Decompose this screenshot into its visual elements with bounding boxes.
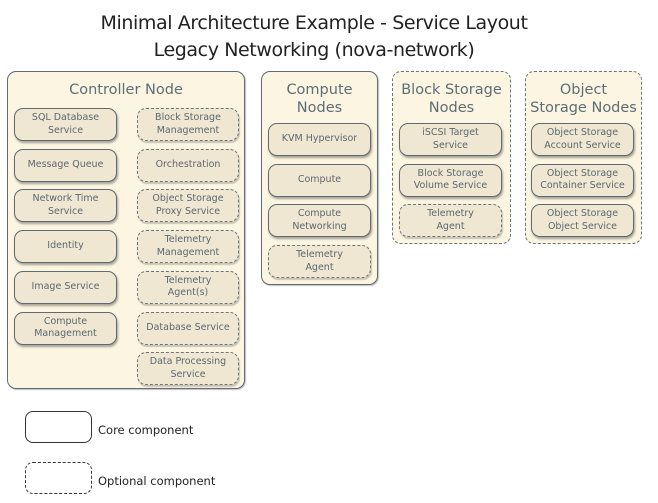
component-label: Identity xyxy=(47,240,84,252)
object-storage-nodes-title: Object Storage Nodes xyxy=(530,82,637,116)
component-object-storage-container-service: Object Storage Container Service xyxy=(531,163,634,197)
block-storage-nodes-title: Block Storage Nodes xyxy=(401,82,502,116)
component-orchestration: Orchestration xyxy=(137,148,239,182)
component-label: Data Processing Service xyxy=(149,356,227,380)
component-compute-networking: Compute Networking xyxy=(268,204,371,238)
diagram-title: Minimal Architecture Example - Service L… xyxy=(100,12,528,34)
component-label: Telemetry Management xyxy=(156,234,220,258)
component-label: Compute Networking xyxy=(292,208,347,232)
component-iscsi-target-service: iSCSI Target Service xyxy=(399,123,502,156)
component-label: KVM Hypervisor xyxy=(281,133,358,145)
component-object-storage-account-service: Object Storage Account Service xyxy=(531,123,634,156)
component-label: iSCSI Target Service xyxy=(422,127,479,151)
component-label: Orchestration xyxy=(155,158,221,170)
component-telemetry-agent: Telemetry Agent xyxy=(399,204,502,238)
component-label: Image Service xyxy=(31,281,100,293)
diagram-subtitle: Legacy Networking (nova-network) xyxy=(153,39,475,61)
component-label: Telemetry Agent(s) xyxy=(164,274,212,299)
component-label: Object Storage Proxy Service xyxy=(152,193,224,217)
component-label: Telemetry Agent xyxy=(427,208,474,232)
component-block-storage-management: Block Storage Management xyxy=(137,108,239,141)
component-label: Block Storage Volume Service xyxy=(413,167,488,192)
component-label: Compute xyxy=(297,173,342,185)
component-label: Telemetry Agent xyxy=(296,249,343,273)
component-telemetry-management: Telemetry Management xyxy=(137,230,239,264)
component-network-time-service: Network Time Service xyxy=(14,189,117,223)
legend-optional-label: Optional component xyxy=(98,474,216,488)
component-sql-database-service: SQL Database Service xyxy=(14,108,117,141)
component-label: Object Storage Account Service xyxy=(544,127,621,151)
legend-core-swatch xyxy=(25,411,92,443)
component-label: Database Service xyxy=(146,321,230,333)
component-label: SQL Database Service xyxy=(31,112,100,136)
component-image-service: Image Service xyxy=(14,270,117,304)
component-block-storage-volume-service: Block Storage Volume Service xyxy=(399,163,502,197)
component-telemetry-agent: Telemetry Agent xyxy=(268,245,371,279)
legend-core-label: Core component xyxy=(98,423,194,437)
component-message-queue: Message Queue xyxy=(14,148,117,182)
compute-nodes-title: Compute Nodes xyxy=(286,82,353,116)
component-label: Object Storage Object Service xyxy=(546,208,619,232)
component-label: Object Storage Container Service xyxy=(540,167,625,192)
component-telemetry-agent-s: Telemetry Agent(s) xyxy=(137,270,239,304)
component-label: Compute Management xyxy=(34,315,97,340)
component-label: Block Storage Management xyxy=(155,112,221,136)
component-object-storage-object-service: Object Storage Object Service xyxy=(531,204,634,238)
component-kvm-hypervisor: KVM Hypervisor xyxy=(268,123,371,156)
component-database-service: Database Service xyxy=(137,311,239,345)
component-data-processing-service: Data Processing Service xyxy=(137,352,239,386)
component-compute: Compute xyxy=(268,163,371,197)
component-compute-management: Compute Management xyxy=(14,311,117,345)
controller-node-title: Controller Node xyxy=(69,82,183,98)
component-label: Network Time Service xyxy=(32,193,99,217)
component-identity: Identity xyxy=(14,230,117,264)
component-label: Message Queue xyxy=(27,158,104,170)
component-object-storage-proxy-service: Object Storage Proxy Service xyxy=(137,189,239,223)
legend-optional-swatch xyxy=(25,462,92,494)
